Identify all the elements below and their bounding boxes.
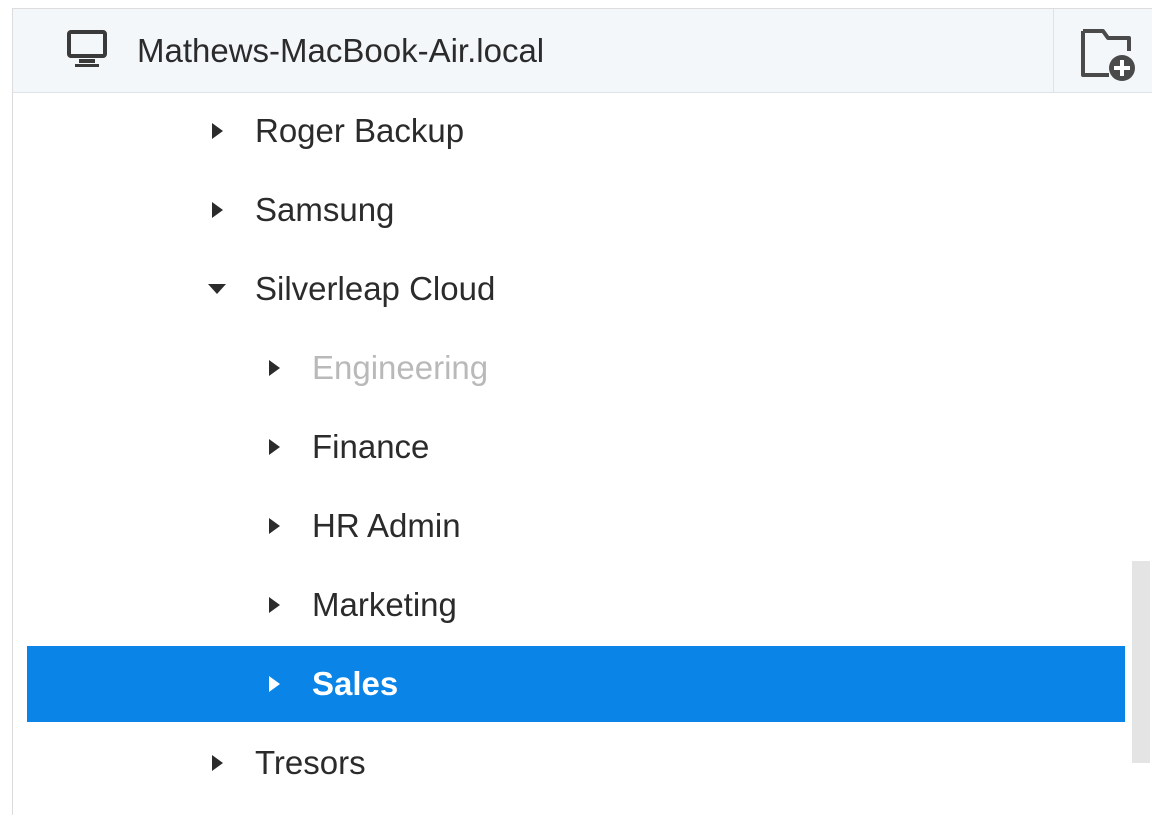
tree-item-tresors[interactable]: Tresors bbox=[27, 725, 1125, 801]
tree-item-finance[interactable]: Finance bbox=[27, 409, 1125, 485]
tree-item-engineering[interactable]: Engineering bbox=[27, 330, 1125, 406]
caret-right-icon[interactable] bbox=[260, 354, 288, 382]
caret-right-icon[interactable] bbox=[260, 670, 288, 698]
tree-item-label: Engineering bbox=[312, 349, 489, 386]
file-browser-panel: Mathews-MacBook-Air.local Roger Backup S… bbox=[12, 8, 1152, 815]
header-bar: Mathews-MacBook-Air.local bbox=[13, 9, 1152, 93]
caret-right-icon[interactable] bbox=[203, 749, 231, 777]
host-name[interactable]: Mathews-MacBook-Air.local bbox=[137, 31, 544, 71]
tree-item-label: Finance bbox=[312, 428, 430, 465]
caret-right-icon[interactable] bbox=[260, 433, 288, 461]
computer-monitor-icon bbox=[65, 27, 109, 71]
tree-item-label: Tresors bbox=[255, 744, 366, 781]
tree-item-label: Roger Backup bbox=[255, 112, 465, 149]
caret-right-icon[interactable] bbox=[203, 117, 231, 145]
folder-add-icon bbox=[1081, 29, 1135, 81]
tree-item-sales[interactable]: Sales bbox=[27, 646, 1125, 722]
caret-right-icon[interactable] bbox=[260, 591, 288, 619]
caret-right-icon[interactable] bbox=[260, 512, 288, 540]
tree-item-silverleap-cloud[interactable]: Silverleap Cloud bbox=[27, 251, 1125, 327]
vertical-scrollbar[interactable] bbox=[1132, 561, 1150, 763]
tree-item-marketing[interactable]: Marketing bbox=[27, 567, 1125, 643]
tree-item-label: HR Admin bbox=[312, 507, 461, 544]
tree-item-label: Marketing bbox=[312, 586, 457, 623]
tree-item-samsung[interactable]: Samsung bbox=[27, 172, 1125, 248]
tree-item-label: Samsung bbox=[255, 191, 395, 228]
tree-item-hr-admin[interactable]: HR Admin bbox=[27, 488, 1125, 564]
folder-tree: Roger Backup Samsung Silverleap Cloud En… bbox=[13, 93, 1152, 816]
caret-down-icon[interactable] bbox=[203, 275, 231, 303]
new-folder-button[interactable] bbox=[1075, 21, 1141, 85]
header-divider bbox=[1053, 9, 1054, 93]
caret-right-icon[interactable] bbox=[203, 196, 231, 224]
tree-item-roger-backup[interactable]: Roger Backup bbox=[27, 93, 1125, 169]
tree-item-label: Silverleap Cloud bbox=[255, 270, 496, 307]
tree-item-label: Sales bbox=[312, 665, 399, 702]
